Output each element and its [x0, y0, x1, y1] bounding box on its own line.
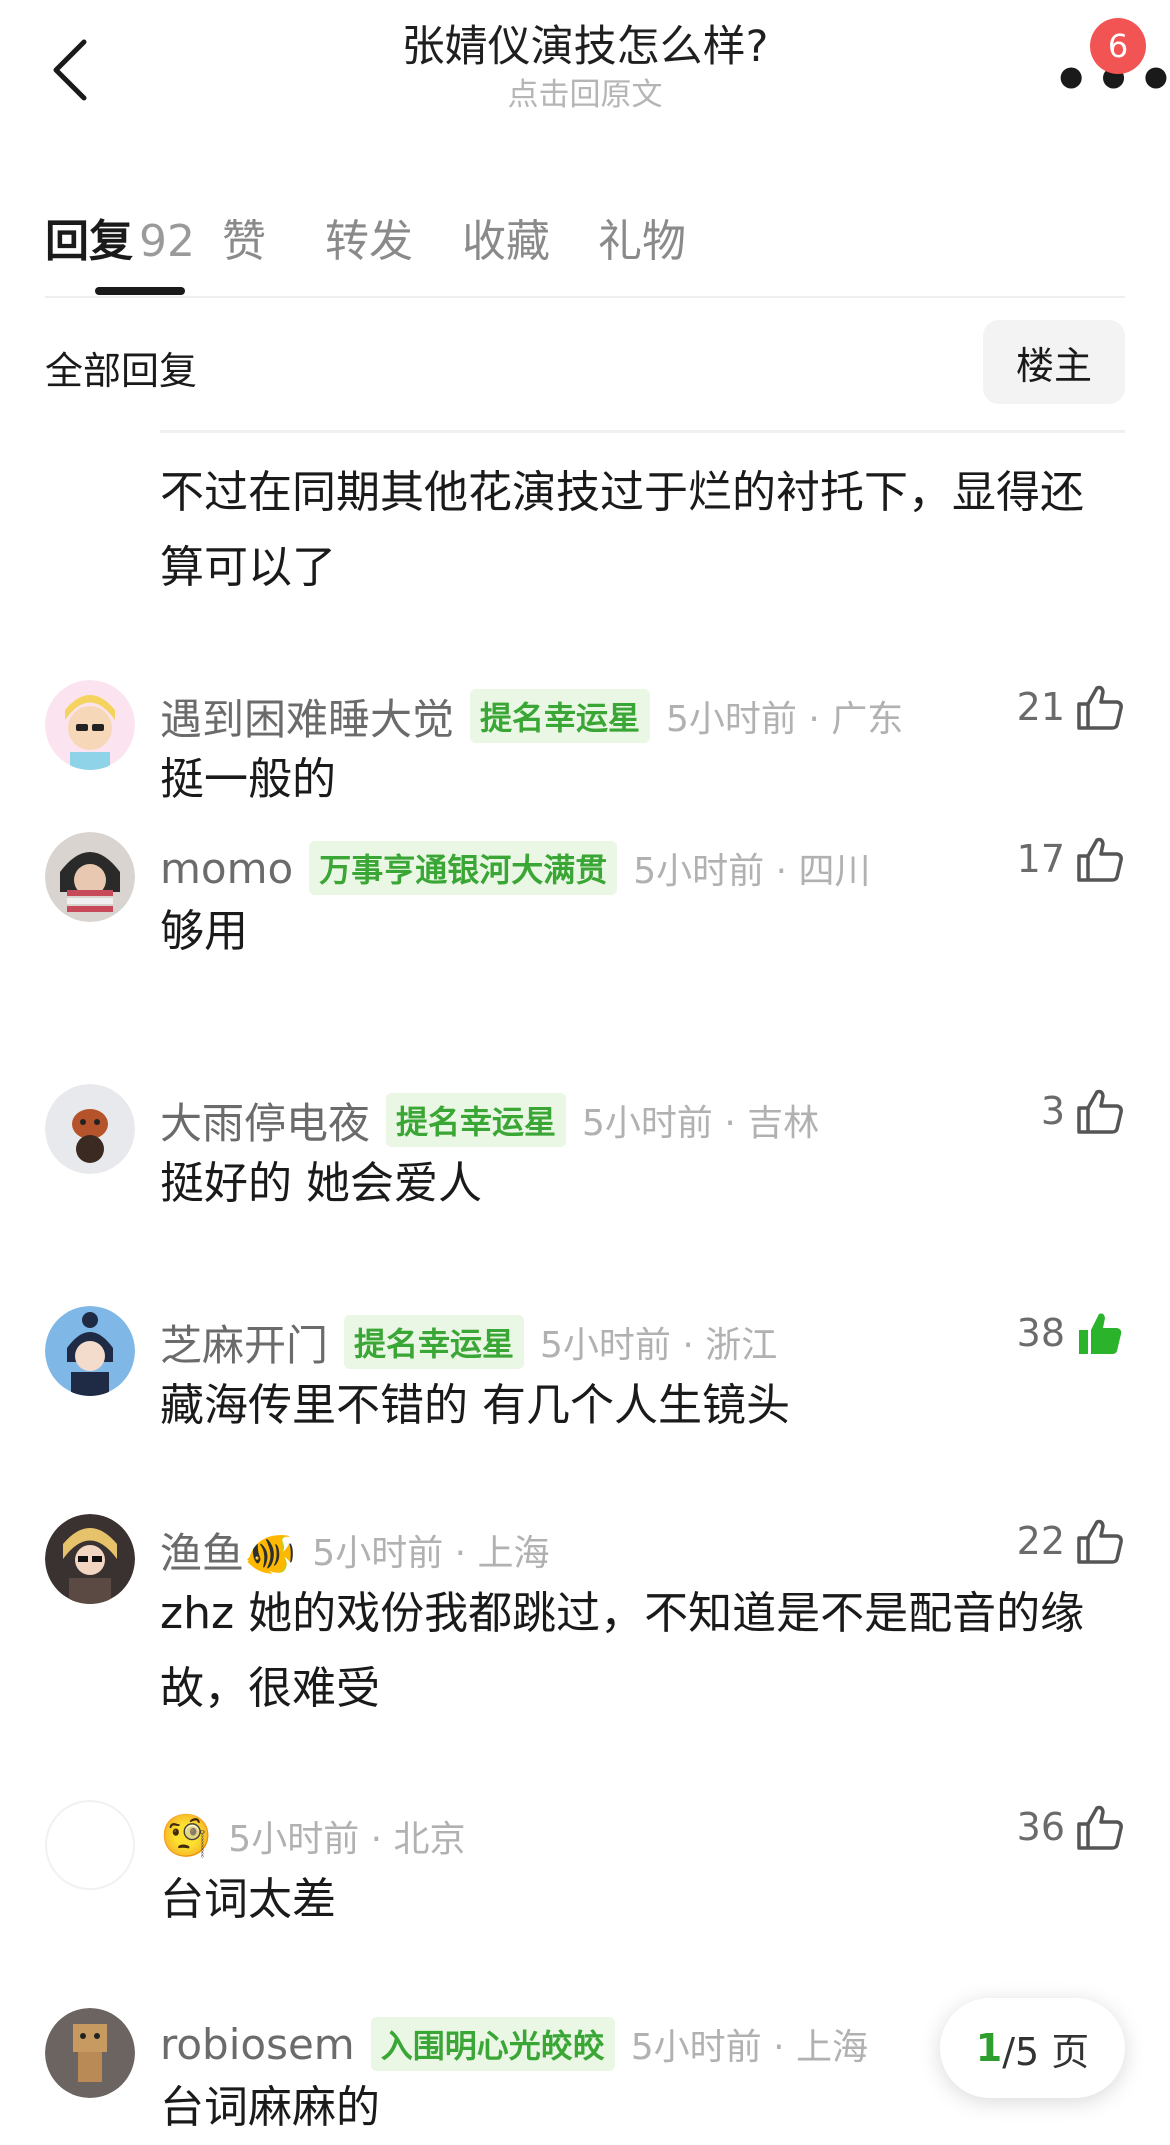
- tab-replies-count: 92: [139, 216, 195, 267]
- all-replies-label: 全部回复: [45, 349, 198, 393]
- divider: [160, 430, 1125, 433]
- like-button[interactable]: 3: [1041, 1086, 1125, 1136]
- active-tab-indicator: [95, 287, 185, 295]
- page-title: 张婧仪演技怎么样?: [401, 22, 769, 72]
- filter-bar: 全部回复 楼主: [45, 320, 1125, 408]
- comment-item[interactable]: 渔鱼🐠 5小时前 · 上海 22 zhz 她的戏份我都跳过，不知道是不是配音的缘…: [45, 1514, 1125, 1724]
- avatar[interactable]: [45, 832, 135, 922]
- avatar[interactable]: [45, 1084, 135, 1174]
- avatar[interactable]: [45, 1306, 135, 1396]
- comment-meta: robiosem 入围明心光皎皎 5小时前 · 上海: [160, 2014, 868, 2074]
- like-button[interactable]: 22: [1017, 1516, 1125, 1566]
- username[interactable]: 芝麻开门: [160, 1312, 328, 1373]
- divider: [45, 296, 1125, 298]
- comment-text: 够用: [160, 906, 248, 957]
- comment-text: 台词太差: [160, 1874, 336, 1925]
- user-badge: 提名幸运星: [470, 689, 651, 743]
- username[interactable]: 大雨停电夜: [160, 1090, 370, 1151]
- like-count: 38: [1016, 1311, 1065, 1355]
- timestamp-location: 5小时前 · 上海: [630, 2027, 868, 2068]
- user-badge: 入围明心光皎皎: [370, 2017, 615, 2071]
- comment-text: zhz 她的戏份我都跳过，不知道是不是配音的缘故，很难受: [160, 1588, 1085, 1714]
- avatar[interactable]: [45, 2008, 135, 2098]
- comment-item[interactable]: 大雨停电夜 提名幸运星 5小时前 · 吉林 3 挺好的 她会爱人: [45, 1084, 1125, 1234]
- comment-item[interactable]: 遇到困难睡大觉 提名幸运星 5小时前 · 广东 21 挺一般的: [45, 680, 1125, 830]
- previous-comment-text: 不过在同期其他花演技过于烂的衬托下，显得还算可以了: [160, 467, 1084, 593]
- comment-meta: momo 万事亨通银河大满贯 5小时前 · 四川: [160, 838, 870, 898]
- tab-reposts[interactable]: 转发: [325, 205, 413, 269]
- timestamp-location: 5小时前 · 浙江: [540, 1325, 778, 1366]
- tab-gifts[interactable]: 礼物: [598, 205, 686, 269]
- timestamp-location: 5小时前 · 广东: [666, 699, 904, 740]
- avatar[interactable]: [45, 680, 135, 770]
- back-to-original-link[interactable]: 点击回原文: [0, 76, 1170, 114]
- notification-badge: 6: [1090, 18, 1146, 74]
- top-bar: 张婧仪演技怎么样? 点击回原文 ••• 6: [0, 0, 1170, 150]
- thumbs-up-icon: [1077, 1089, 1123, 1134]
- comment-item[interactable]: 🧐 5小时前 · 北京 36 台词太差: [45, 1800, 1125, 1950]
- comment-item[interactable]: 芝麻开门 提名幸运星 5小时前 · 浙江 38 藏海传里不错的 有几个人生镜头: [45, 1306, 1125, 1456]
- timestamp-location: 5小时前 · 四川: [633, 851, 871, 892]
- tab-likes[interactable]: 赞: [222, 205, 266, 269]
- username[interactable]: robiosem: [160, 2020, 355, 2069]
- thumbs-up-filled-icon: [1079, 1313, 1122, 1354]
- avatar[interactable]: [45, 1514, 135, 1604]
- like-count: 3: [1040, 1089, 1065, 1133]
- comment-meta: 芝麻开门 提名幸运星 5小时前 · 浙江: [160, 1312, 777, 1372]
- username[interactable]: 🧐: [160, 1811, 212, 1861]
- like-button[interactable]: 17: [1017, 834, 1125, 884]
- tab-favorites[interactable]: 收藏: [462, 205, 550, 269]
- current-page: 1: [975, 2026, 1003, 2070]
- thumbs-up-icon: [1077, 685, 1123, 730]
- total-pages: /5 页: [1002, 2029, 1090, 2074]
- comment-item[interactable]: momo 万事亨通银河大满贯 5小时前 · 四川 17 够用: [45, 832, 1125, 982]
- like-count: 22: [1016, 1519, 1065, 1563]
- thumbs-up-icon: [1077, 1805, 1123, 1850]
- like-count: 21: [1016, 685, 1065, 729]
- tab-bar: 回复 92 赞 转发 收藏 礼物: [45, 185, 1125, 295]
- owner-only-button[interactable]: 楼主: [983, 320, 1125, 404]
- like-count: 36: [1016, 1805, 1065, 1849]
- username[interactable]: 遇到困难睡大觉: [160, 686, 454, 747]
- like-button[interactable]: 38: [1017, 1308, 1125, 1358]
- comment-text: 挺一般的: [160, 754, 336, 805]
- comment-meta: 大雨停电夜 提名幸运星 5小时前 · 吉林: [160, 1090, 819, 1150]
- comment-meta: 渔鱼🐠 5小时前 · 上海: [160, 1520, 550, 1580]
- tab-replies-label: 回复: [45, 216, 133, 267]
- timestamp-location: 5小时前 · 北京: [228, 1819, 466, 1860]
- like-button[interactable]: 21: [1017, 682, 1125, 732]
- user-badge: 提名幸运星: [386, 1093, 567, 1147]
- page-indicator[interactable]: 1/5 页: [940, 1998, 1125, 2098]
- user-badge: 提名幸运星: [344, 1315, 525, 1369]
- like-count: 17: [1016, 837, 1065, 881]
- username[interactable]: 渔鱼🐠: [160, 1520, 296, 1581]
- title-block[interactable]: 张婧仪演技怎么样? 点击回原文: [0, 18, 1170, 114]
- comment-meta: 遇到困难睡大觉 提名幸运星 5小时前 · 广东: [160, 686, 903, 746]
- comment-text: 藏海传里不错的 有几个人生镜头: [160, 1380, 790, 1431]
- thumbs-up-icon: [1077, 837, 1123, 882]
- comment-text: 挺好的 她会爱人: [160, 1158, 482, 1209]
- like-button[interactable]: 36: [1017, 1802, 1125, 1852]
- timestamp-location: 5小时前 · 吉林: [582, 1103, 820, 1144]
- comment-meta: 🧐 5小时前 · 北京: [160, 1806, 466, 1866]
- timestamp-location: 5小时前 · 上海: [312, 1533, 550, 1574]
- more-button[interactable]: ••• 6: [1040, 18, 1170, 110]
- avatar[interactable]: [45, 1800, 135, 1890]
- user-badge: 万事亨通银河大满贯: [309, 841, 618, 895]
- thumbs-up-icon: [1077, 1519, 1123, 1564]
- username[interactable]: momo: [160, 844, 293, 893]
- tab-replies[interactable]: 回复 92: [45, 205, 195, 269]
